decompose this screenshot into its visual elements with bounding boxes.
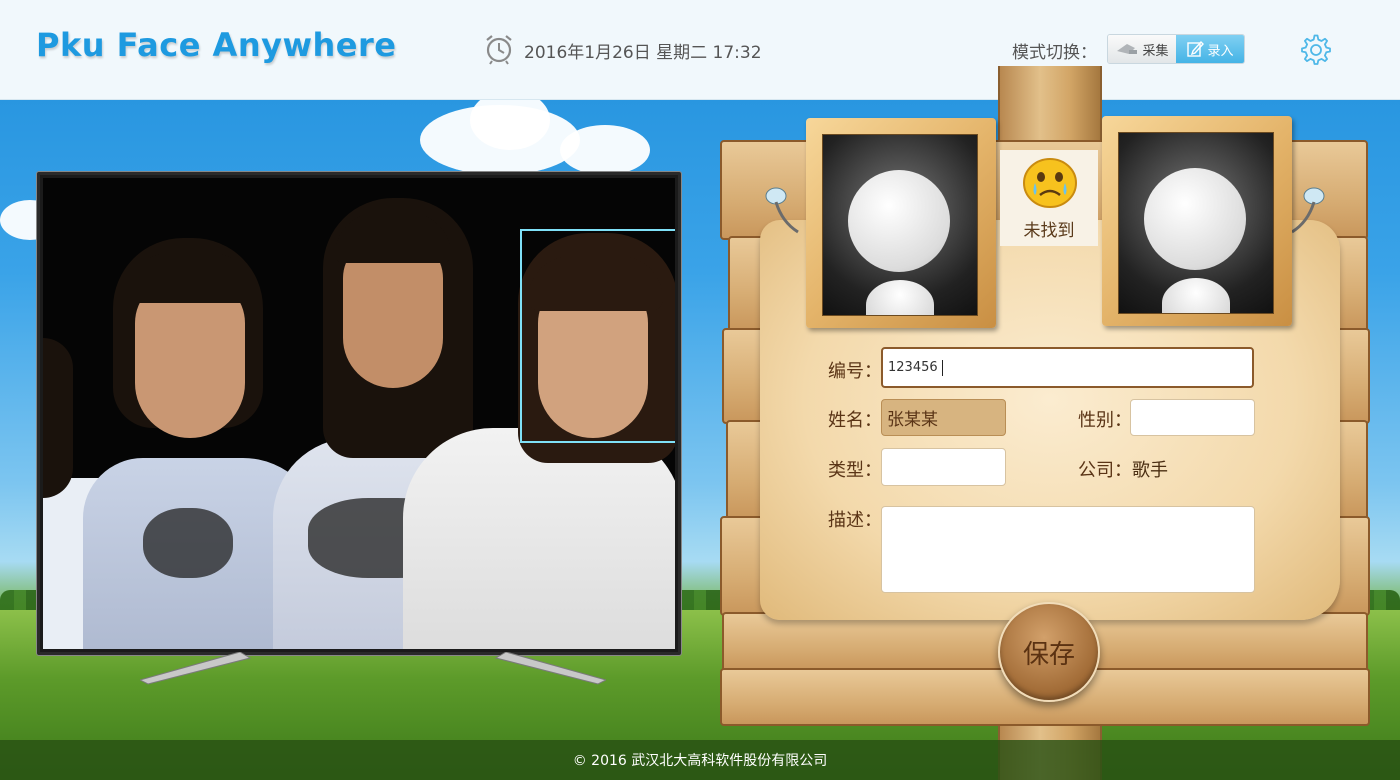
- gender-input[interactable]: [1130, 399, 1255, 436]
- alarm-clock-icon: [486, 35, 512, 65]
- company-value: 歌手: [1132, 460, 1168, 481]
- gear-icon[interactable]: [1300, 34, 1332, 66]
- save-button[interactable]: 保存: [998, 602, 1100, 702]
- mode-collect-label: 采集: [1142, 43, 1169, 59]
- name-input[interactable]: 张某某: [881, 399, 1006, 436]
- avatar-placeholder-head: [848, 170, 950, 272]
- mode-collect-button[interactable]: 采集: [1108, 35, 1176, 63]
- copyright-text: © 2016 武汉北大高科软件股份有限公司: [572, 753, 828, 769]
- id-input-value: 123456: [888, 360, 938, 375]
- person-hair: [335, 213, 451, 263]
- pin-icon: [1291, 187, 1325, 234]
- matched-photo-frame: [1102, 116, 1292, 326]
- monitor-stand: [140, 652, 606, 685]
- footer-bar: © 2016 武汉北大高科软件股份有限公司: [0, 740, 1400, 780]
- avatar-placeholder-body: [1162, 278, 1230, 313]
- type-input[interactable]: [881, 448, 1006, 486]
- save-button-label: 保存: [1022, 639, 1075, 670]
- face-detection-box: [520, 229, 675, 443]
- person-hair: [43, 338, 73, 498]
- id-input[interactable]: 123456: [881, 347, 1254, 388]
- cloud: [560, 125, 650, 175]
- name-label: 姓名：: [828, 410, 882, 431]
- text-caret: [941, 359, 943, 376]
- camera-monitor: [37, 172, 681, 655]
- camera-icon: [1117, 44, 1138, 54]
- avatar-placeholder-body: [866, 280, 934, 315]
- captured-photo-frame: [806, 118, 996, 328]
- matched-photo: [1118, 132, 1274, 314]
- id-label: 编号：: [828, 361, 882, 382]
- type-label: 类型：: [828, 460, 882, 481]
- person-hair: [128, 253, 253, 303]
- name-input-value: 张某某: [887, 410, 938, 430]
- datetime-display: 2016年1月26日 星期二 17:32: [524, 43, 762, 63]
- avatar-placeholder-head: [1144, 168, 1246, 270]
- gender-label: 性别：: [1078, 410, 1132, 431]
- camera-feed: [43, 178, 675, 649]
- mode-switch: 采集 录入: [1107, 34, 1245, 64]
- mode-switch-label: 模式切换：: [1012, 43, 1097, 63]
- edit-icon: [1187, 40, 1205, 57]
- app-title: Pku Face Anywhere: [36, 26, 397, 64]
- company-label: 公司：: [1078, 460, 1132, 481]
- match-status-text: 未找到: [1023, 221, 1075, 241]
- shirt-print: [143, 508, 233, 578]
- mode-entry-button[interactable]: 录入: [1176, 35, 1244, 63]
- description-label: 描述：: [828, 510, 882, 531]
- header-bar: Pku Face Anywhere 2016年1月26日 星期二 17:32 模…: [0, 0, 1400, 100]
- description-textarea[interactable]: [881, 506, 1255, 593]
- pin-icon: [765, 187, 799, 234]
- crying-emoji-icon: [1023, 158, 1077, 208]
- mode-entry-label: 录入: [1207, 43, 1234, 59]
- captured-photo: [822, 134, 978, 316]
